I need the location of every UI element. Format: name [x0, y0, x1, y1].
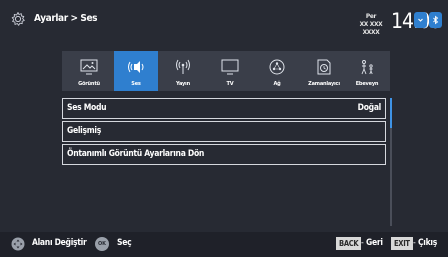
broadcast-icon: [176, 59, 190, 74]
list-item-label: Öntanımlı Görüntü Ayarlarına Dön: [67, 149, 205, 159]
tv-icon: [221, 59, 239, 75]
list-item-ses-modu[interactable]: Ses Modu Doğal: [62, 98, 386, 119]
menu-item-goruntu[interactable]: Görüntü: [67, 51, 111, 91]
clock-date: Per XX XXX XXXX: [352, 12, 390, 36]
menu-item-ag[interactable]: Ağ: [255, 51, 299, 91]
dpad-icon: [11, 237, 25, 251]
menu-item-label: TV: [226, 81, 234, 87]
network-icon: [269, 59, 285, 75]
settings-screen: Ayarlar > Ses Per XX XXX XXXX 14:00 Görü…: [0, 0, 448, 257]
clock-day: Per: [365, 12, 377, 20]
menu-item-tv[interactable]: TV: [208, 51, 252, 91]
hint-back: Geri: [366, 238, 383, 248]
ok-icon: OK: [95, 237, 109, 251]
scrollbar-thumb[interactable]: [390, 98, 392, 128]
menu-item-ses[interactable]: Ses: [114, 51, 158, 91]
menu-item-yayin[interactable]: Yayın: [161, 51, 205, 91]
menu-item-label: Ağ: [273, 81, 281, 87]
gear-icon: [11, 12, 25, 26]
sound-icon: [128, 61, 144, 73]
clock-date-text: XX XXX XXXX: [359, 20, 383, 36]
list-item-gelismis[interactable]: Gelişmiş: [62, 121, 386, 142]
list-item-reset-picture[interactable]: Öntanımlı Görüntü Ayarlarına Dön: [62, 144, 386, 165]
menu-item-ebeveyn[interactable]: Ebeveyn: [345, 51, 389, 91]
list-item-label: Ses Modu: [67, 103, 107, 113]
menu-item-label: Ses: [131, 81, 141, 87]
parental-icon: [361, 60, 373, 75]
list-item-value: Doğal: [357, 103, 382, 113]
hint-separator: -: [413, 238, 416, 248]
hint-change-area: Alanı Değiştir: [32, 238, 87, 248]
bluetooth-icon[interactable]: [429, 12, 442, 28]
picture-icon: [80, 59, 98, 75]
menu-item-label: Yayın: [176, 81, 190, 87]
menu-item-label: Görüntü: [78, 81, 100, 87]
timer-icon: [317, 59, 331, 75]
settings-category-menu: Görüntü Ses Yayın TV Ağ Zamanlayıcı Ebev…: [62, 51, 390, 91]
hint-separator: -: [361, 238, 364, 248]
chevron-down-icon[interactable]: [414, 12, 427, 28]
back-key-icon: BACK: [336, 237, 362, 250]
menu-item-zamanlayici[interactable]: Zamanlayıcı: [302, 51, 346, 91]
hint-exit: Çıkış: [418, 238, 437, 248]
list-item-label: Gelişmiş: [67, 126, 101, 136]
footer-hints: Alanı Değiştir OK Seç BACK - Geri EXIT -…: [0, 232, 448, 257]
exit-key-icon: EXIT: [391, 237, 413, 250]
hint-select: Seç: [117, 238, 132, 248]
settings-list: Ses Modu Doğal Gelişmiş Öntanımlı Görünt…: [62, 98, 386, 167]
menu-item-label: Ebeveyn: [355, 81, 379, 87]
breadcrumb: Ayarlar > Ses: [34, 13, 98, 24]
scrollbar[interactable]: [390, 98, 392, 226]
